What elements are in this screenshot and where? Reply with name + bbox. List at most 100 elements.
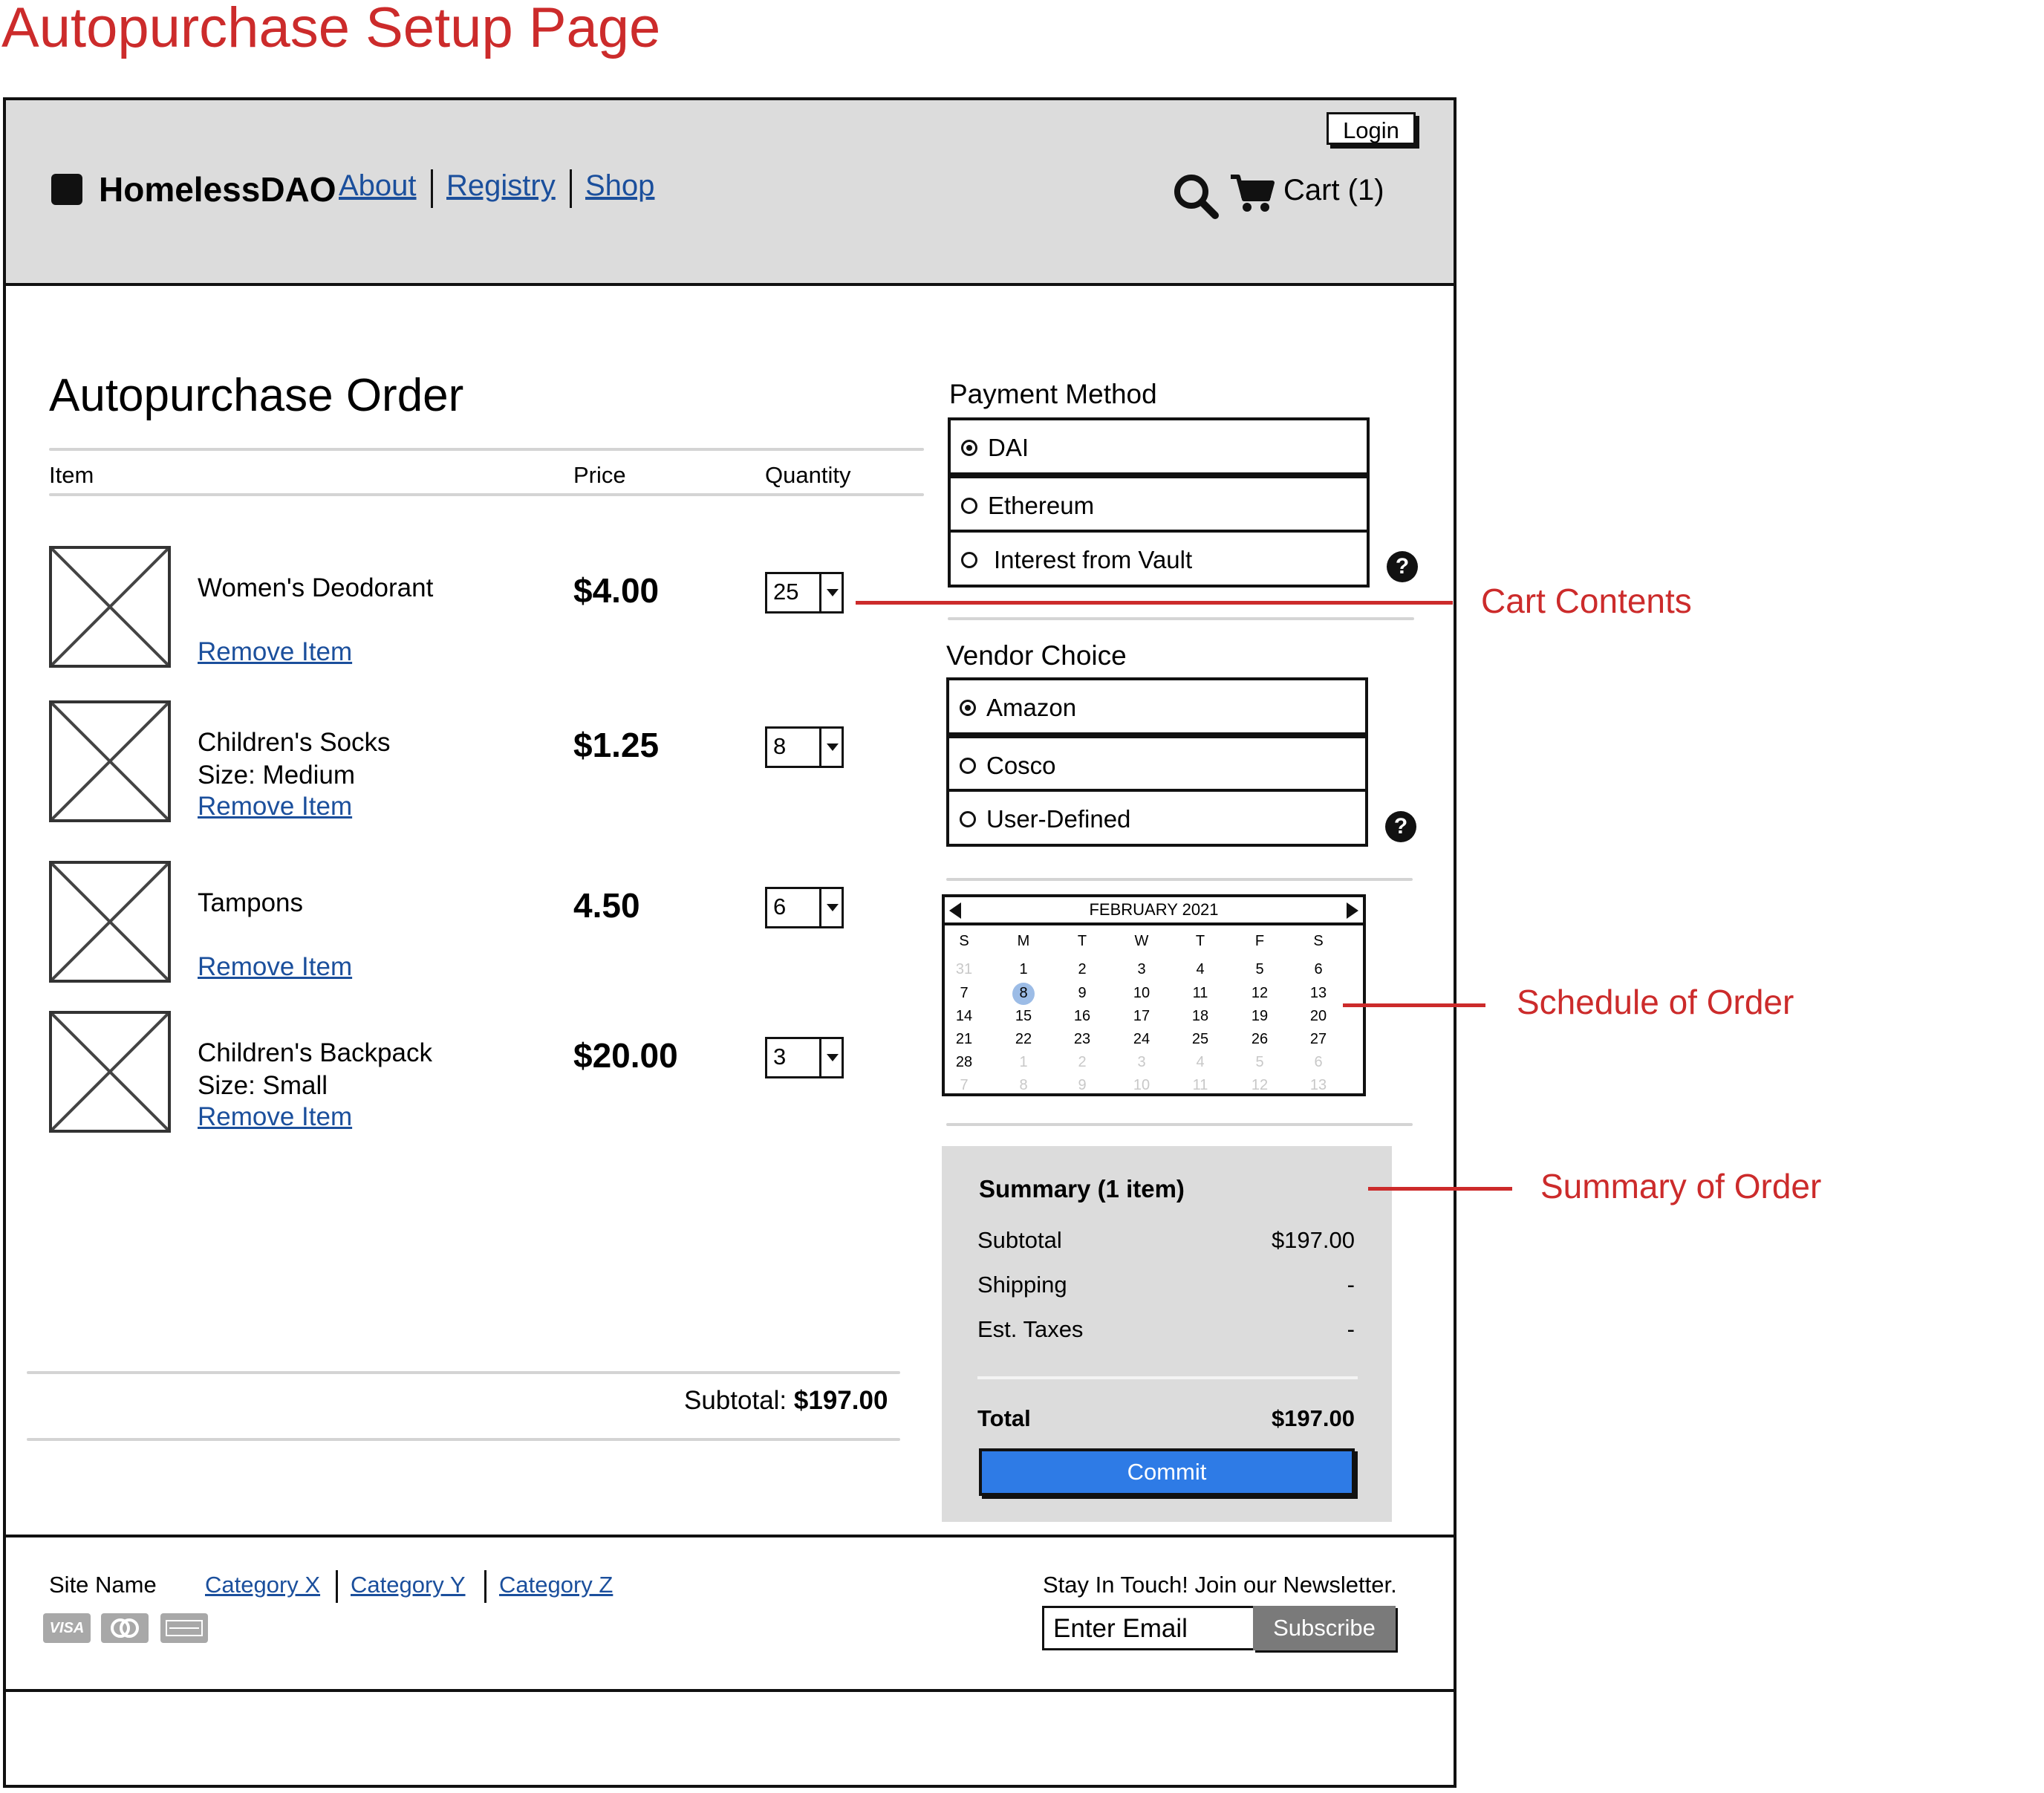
calendar-day[interactable]: 17 <box>1127 1008 1156 1025</box>
search-icon[interactable] <box>1172 172 1220 220</box>
chevron-down-icon[interactable] <box>819 574 842 611</box>
payment-option-label: Interest from Vault <box>994 546 1193 573</box>
calendar-day[interactable]: 12 <box>1245 1077 1275 1094</box>
calendar-day[interactable]: 4 <box>1185 961 1215 978</box>
calendar-day[interactable]: 16 <box>1067 1008 1097 1025</box>
remove-item-link[interactable]: Remove Item <box>198 952 352 982</box>
chevron-down-icon[interactable] <box>819 729 842 766</box>
login-button[interactable]: Login <box>1327 112 1416 145</box>
calendar-day[interactable]: 10 <box>1127 1077 1156 1094</box>
vendor-option-label: Cosco <box>986 752 1056 779</box>
radio-selected-icon[interactable] <box>961 440 977 456</box>
email-input[interactable]: Enter Email <box>1042 1606 1253 1650</box>
nav-link-registry[interactable]: Registry <box>446 169 556 203</box>
annotation-line <box>856 601 1453 605</box>
calendar-day-number: 7 <box>960 1077 969 1093</box>
radio-icon[interactable] <box>961 552 977 568</box>
calendar-day[interactable]: 28 <box>949 1054 979 1071</box>
calendar-day[interactable]: 6 <box>1303 1054 1333 1071</box>
remove-item-link[interactable]: Remove Item <box>198 1102 352 1132</box>
calendar-day[interactable]: 2 <box>1067 961 1097 978</box>
chevron-down-icon[interactable] <box>819 1039 842 1076</box>
calendar-day[interactable]: 26 <box>1245 1031 1275 1048</box>
calendar-day[interactable]: 7 <box>949 985 979 1002</box>
calendar-day[interactable]: 20 <box>1303 1008 1333 1025</box>
calendar-day[interactable]: 13 <box>1303 985 1333 1002</box>
calendar-day[interactable]: 8 <box>1009 1077 1038 1094</box>
chevron-left-icon[interactable] <box>949 902 961 919</box>
calendar-day[interactable]: 5 <box>1245 1054 1275 1071</box>
footer-category-z[interactable]: Category Z <box>499 1572 613 1598</box>
calendar-day[interactable]: 6 <box>1303 961 1333 978</box>
calendar-day[interactable]: 9 <box>1067 985 1097 1002</box>
cart-label[interactable]: Cart (1) <box>1283 174 1384 207</box>
calendar-day[interactable]: 7 <box>949 1077 979 1094</box>
footer-separator <box>336 1570 338 1603</box>
calendar-day[interactable]: 12 <box>1245 985 1275 1002</box>
remove-item-link[interactable]: Remove Item <box>198 637 352 667</box>
nav-separator <box>431 169 433 208</box>
calendar-day[interactable]: 3 <box>1127 1054 1156 1071</box>
calendar-day[interactable]: 18 <box>1185 1008 1215 1025</box>
subscribe-button[interactable]: Subscribe <box>1253 1606 1396 1650</box>
calendar-day[interactable]: 9 <box>1067 1077 1097 1094</box>
calendar-day[interactable]: 27 <box>1303 1031 1333 1048</box>
calendar-day[interactable]: 3 <box>1127 961 1156 978</box>
nav-link-shop[interactable]: Shop <box>585 169 654 203</box>
chevron-down-icon[interactable] <box>819 889 842 926</box>
chevron-right-icon[interactable] <box>1347 902 1358 919</box>
calendar-day[interactable]: 5 <box>1245 961 1275 978</box>
calendar-day[interactable]: 1 <box>1009 1054 1038 1071</box>
summary-row-label: Subtotal <box>977 1227 1062 1253</box>
calendar-day[interactable]: 14 <box>949 1008 979 1025</box>
annotation-summary: Summary of Order <box>1540 1167 1822 1205</box>
calendar-day[interactable]: 25 <box>1185 1031 1215 1048</box>
calendar-day-number: 17 <box>1133 1008 1150 1024</box>
calendar-day[interactable]: 31 <box>949 961 979 978</box>
calendar-day[interactable]: 11 <box>1185 985 1215 1002</box>
calendar-day[interactable]: 19 <box>1245 1008 1275 1025</box>
calendar-weekday: S <box>1313 933 1324 949</box>
vendor-option-amazon[interactable]: Amazon <box>946 677 1368 735</box>
item-price: 4.50 <box>573 886 640 925</box>
quantity-select[interactable]: 8 <box>765 726 844 768</box>
nav-link-about[interactable]: About <box>339 169 417 203</box>
footer-category-x[interactable]: Category X <box>205 1572 320 1598</box>
radio-icon[interactable] <box>960 811 976 827</box>
commit-button[interactable]: Commit <box>979 1448 1355 1496</box>
quantity-select[interactable]: 3 <box>765 1037 844 1078</box>
help-icon[interactable]: ? <box>1385 811 1416 842</box>
calendar-day[interactable]: 21 <box>949 1031 979 1048</box>
calendar-day[interactable]: 8 <box>1009 983 1038 1005</box>
calendar-day[interactable]: 13 <box>1303 1077 1333 1094</box>
item-name: Women's Deodorant <box>198 573 434 602</box>
vendor-option-cosco[interactable]: Cosco <box>946 735 1368 793</box>
calendar-day-number: 15 <box>1015 1008 1032 1024</box>
remove-item-link[interactable]: Remove Item <box>198 792 352 821</box>
calendar-day[interactable]: 1 <box>1009 961 1038 978</box>
radio-selected-icon[interactable] <box>960 700 976 716</box>
schedule-calendar[interactable]: FEBRUARY 2021 S M T W T F S 31 1 2 3 4 5 6 7 8 9 10 11 12 13… <box>942 894 1366 1096</box>
calendar-day-number: 6 <box>1314 1054 1323 1070</box>
quantity-select[interactable]: 25 <box>765 572 844 614</box>
payment-option-dai[interactable]: DAI <box>948 417 1370 475</box>
help-icon[interactable]: ? <box>1387 551 1418 582</box>
calendar-day[interactable]: 10 <box>1127 985 1156 1002</box>
calendar-day[interactable]: 11 <box>1185 1077 1215 1094</box>
quantity-select[interactable]: 6 <box>765 887 844 928</box>
calendar-day[interactable]: 24 <box>1127 1031 1156 1048</box>
radio-icon[interactable] <box>961 498 977 514</box>
calendar-day[interactable]: 15 <box>1009 1008 1038 1025</box>
footer-category-y[interactable]: Category Y <box>351 1572 466 1598</box>
payment-option-vault[interactable]: Interest from Vault <box>948 530 1370 588</box>
radio-icon[interactable] <box>960 758 976 774</box>
calendar-day[interactable]: 23 <box>1067 1031 1097 1048</box>
brand-name[interactable]: HomelessDAO <box>99 169 336 209</box>
payment-option-ethereum[interactable]: Ethereum <box>948 475 1370 533</box>
calendar-day[interactable]: 4 <box>1185 1054 1215 1071</box>
column-header-price: Price <box>573 462 626 488</box>
calendar-day[interactable]: 22 <box>1009 1031 1038 1048</box>
cart-icon[interactable] <box>1229 172 1275 214</box>
vendor-option-user-defined[interactable]: User-Defined <box>946 789 1368 847</box>
calendar-day[interactable]: 2 <box>1067 1054 1097 1071</box>
